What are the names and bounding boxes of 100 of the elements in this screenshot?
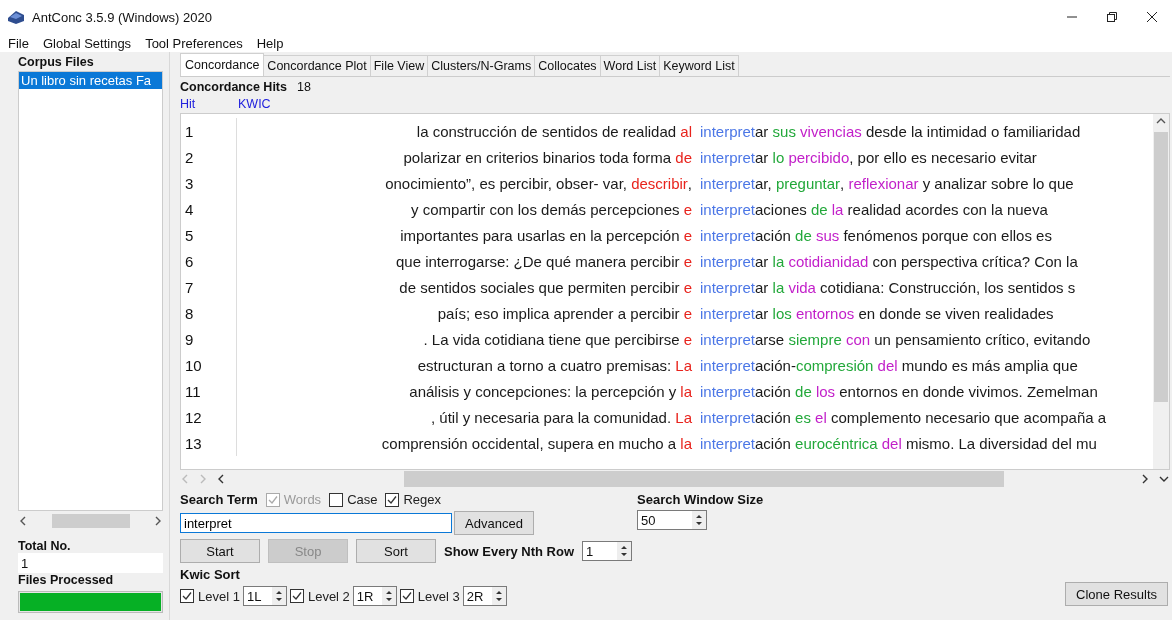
- keyword-text: interpret: [700, 304, 756, 322]
- field-label: Files Processed: [18, 573, 115, 587]
- collocate-text: sus: [815, 226, 840, 244]
- menu-item[interactable]: File: [8, 35, 29, 51]
- advanced-button[interactable]: Advanced: [454, 511, 534, 535]
- restore-icon[interactable]: [1106, 11, 1118, 23]
- hit-number: 2: [181, 144, 237, 170]
- collocate-text: de: [675, 148, 692, 166]
- collocate-text: La: [675, 408, 692, 426]
- context-text: de sentidos sociales que permiten percibir: [399, 278, 681, 296]
- action-button[interactable]: Sort: [356, 539, 436, 563]
- context-text: mundo es más amplia que: [900, 356, 1078, 374]
- checkbox-label: Level 3: [417, 588, 460, 604]
- collocate-text: la: [680, 434, 692, 452]
- field-label: Kwic Sort: [180, 567, 241, 582]
- menu-item[interactable]: Tool Preferences: [145, 35, 243, 51]
- scrollbar-thumb[interactable]: [51, 514, 130, 528]
- spinner-field[interactable]: 1: [582, 541, 633, 561]
- collocate-text: entornos: [795, 304, 855, 322]
- context-text: con perspectiva crítica? Con la: [871, 252, 1078, 270]
- hit-number: 6: [181, 248, 237, 274]
- hits-label: Concordance Hits: [180, 80, 287, 94]
- context-text: mismo. La diversidad del mu: [904, 434, 1097, 452]
- menu-item[interactable]: Global Settings: [42, 35, 132, 51]
- context-text: país; eso implica aprender a percibir: [437, 304, 681, 322]
- spinner-field[interactable]: 1L: [242, 586, 287, 606]
- spinner-arrows-icon[interactable]: [617, 542, 632, 560]
- context-text: ,: [687, 174, 692, 192]
- context-text: ación: [755, 434, 792, 452]
- context-text: y analizar sobre lo que: [921, 174, 1074, 192]
- collocate-text: sus: [772, 122, 797, 140]
- spinner-arrows-icon[interactable]: [692, 511, 706, 529]
- hit-number: 11: [181, 378, 237, 404]
- checkbox[interactable]: [329, 492, 344, 507]
- context-text: complemento necesario que acompaña a: [829, 408, 1107, 426]
- field-label: Search Window Size: [637, 492, 764, 507]
- field-label: Search Term: [180, 492, 258, 507]
- spinner-field[interactable]: 1R: [352, 586, 397, 606]
- collocate-text: de: [795, 382, 813, 400]
- context-text: cotidiana: Construcción, los sentidos s: [819, 278, 1076, 296]
- context-text: ,: [840, 174, 846, 192]
- collocate-text: e: [683, 330, 692, 348]
- collocate-text: cotidianidad: [788, 252, 869, 270]
- column-header[interactable]: Hit: [180, 97, 238, 113]
- collocate-text: de: [795, 226, 813, 244]
- context-text: , útil y necesaria para la comunidad.: [431, 408, 673, 426]
- context-text: arse: [755, 330, 786, 348]
- context-text: aciones: [755, 200, 808, 218]
- context-text: un pensamiento crítico, evitando: [873, 330, 1091, 348]
- spinner-field[interactable]: 2R: [462, 586, 507, 606]
- collocate-text: e: [683, 304, 692, 322]
- search-field[interactable]: interpret: [180, 513, 452, 533]
- collocate-text: los: [772, 304, 793, 322]
- checkbox-label: Level 1: [198, 588, 240, 604]
- column-header[interactable]: KWIC: [238, 97, 271, 113]
- spinner-arrows-icon[interactable]: [491, 587, 506, 605]
- collocate-text: vida: [788, 278, 816, 296]
- collocate-text: compresión: [795, 356, 875, 374]
- close-icon[interactable]: [1146, 11, 1158, 23]
- checked-checkbox[interactable]: [385, 492, 400, 507]
- checked-checkbox[interactable]: [180, 589, 194, 603]
- collocate-text: del: [877, 356, 898, 374]
- checked-checkbox[interactable]: [289, 589, 304, 603]
- context-text: ación: [755, 382, 792, 400]
- keyword-text: interpret: [700, 252, 756, 270]
- keyword-text: interpret: [700, 408, 756, 426]
- collocate-text: lo: [772, 148, 786, 166]
- hit-number: 3: [181, 170, 237, 196]
- context-text: importantes para usarlas en la percepción: [400, 226, 681, 244]
- context-text: . La vida cotidiana tiene que percibirse: [423, 330, 681, 348]
- context-text: ar,: [755, 174, 773, 192]
- context-text: análisis y concepciones: la percepción y: [409, 382, 678, 400]
- spinner-arrows-icon[interactable]: [381, 587, 396, 605]
- keyword-text: interpret: [700, 200, 756, 218]
- spinner-arrows-icon[interactable]: [271, 587, 286, 605]
- action-button[interactable]: Start: [180, 539, 260, 563]
- menu-item[interactable]: Help: [256, 35, 284, 51]
- spinner-field[interactable]: 50: [637, 510, 707, 530]
- tab[interactable]: Concordance: [180, 53, 265, 76]
- context-text: desde la intimidad o familiaridad: [864, 122, 1081, 140]
- tab[interactable]: Keyword List: [659, 55, 739, 76]
- collocate-text: el: [815, 408, 827, 426]
- context-text: realidad acordes con la nueva: [846, 200, 1048, 218]
- keyword-text: interpret: [700, 174, 756, 192]
- clone-results-button[interactable]: Clone Results: [1065, 582, 1168, 606]
- hit-number: 12: [181, 404, 237, 430]
- hit-number: 5: [181, 222, 237, 248]
- panel-heading: Corpus Files: [18, 55, 95, 69]
- checked-checkbox[interactable]: [399, 589, 414, 603]
- context-text: , por ello es necesario evitar: [849, 148, 1037, 166]
- keyword-text: interpret: [700, 226, 756, 244]
- scrollbar-thumb[interactable]: [1154, 132, 1168, 402]
- hit-number: 10: [181, 352, 237, 378]
- scrollbar-thumb[interactable]: [404, 471, 1004, 487]
- hit-number: 4: [181, 196, 237, 222]
- collocate-text: e: [683, 226, 692, 244]
- corpus-document[interactable]: Un libro sin recetas Fa: [19, 72, 162, 89]
- collocate-text: preguntar: [775, 174, 841, 192]
- context-text: ar: [755, 278, 770, 296]
- context-text: ar: [755, 252, 770, 270]
